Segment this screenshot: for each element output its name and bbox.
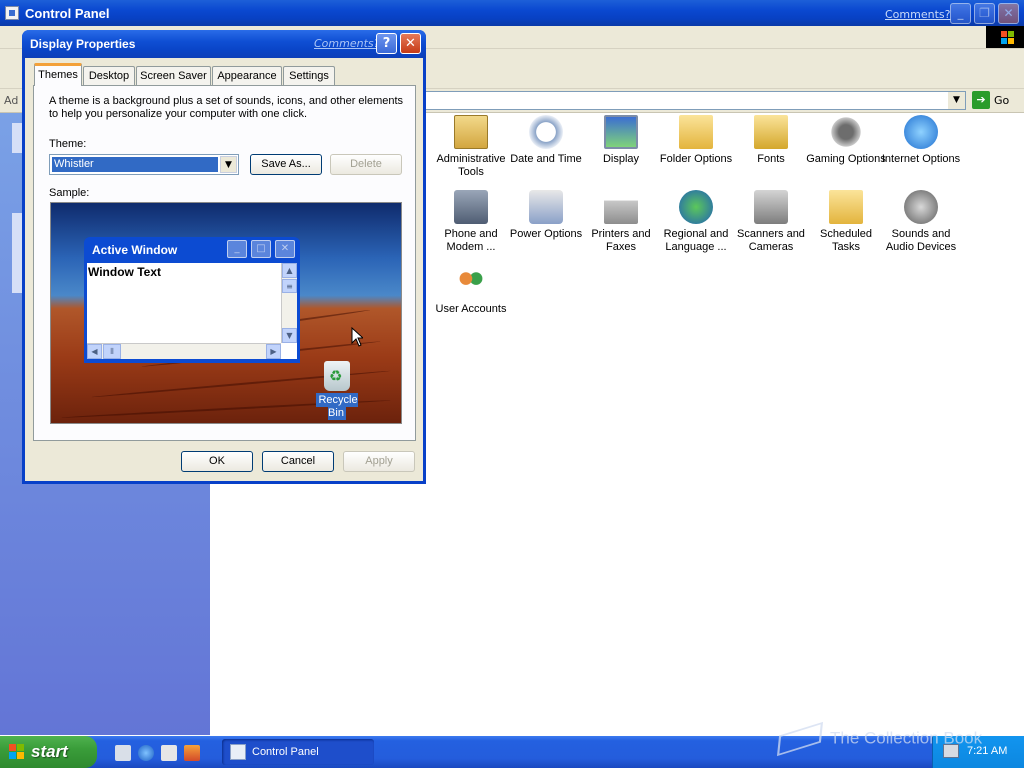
taskbar-item-label: Control Panel [252, 746, 319, 758]
theme-description: A theme is a background plus a set of so… [49, 95, 404, 120]
cp-item-user-accounts[interactable]: User Accounts [431, 265, 511, 316]
theme-label: Theme: [49, 138, 87, 150]
tab-themes[interactable]: Themes [34, 63, 82, 86]
cp-item-sounds-and-audio[interactable]: Sounds and Audio Devices [881, 190, 961, 254]
media-player-icon[interactable] [161, 745, 177, 761]
restore-button[interactable]: ❐ [974, 3, 995, 24]
tab-appearance[interactable]: Appearance [212, 66, 282, 85]
windows-logo [986, 26, 1024, 48]
recycle-bin-label: Recycle Bin [316, 393, 358, 420]
address-dropdown-icon[interactable]: ▼ [948, 92, 965, 109]
phone-modem-icon [454, 190, 488, 224]
go-arrow-icon: ➔ [972, 91, 990, 109]
go-label: Go [994, 93, 1010, 107]
cp-item-scanners-and-cameras[interactable]: Scanners and Cameras [731, 190, 811, 254]
theme-sample-preview: Active Window _ □ ✕ Window Text ▲ ≡ ▼ ◀ … [50, 202, 402, 424]
ok-button[interactable]: OK [181, 451, 253, 472]
scroll-up-icon: ▲ [282, 263, 297, 278]
mouse-cursor-icon [351, 327, 363, 347]
sample-window-title: Active Window [92, 243, 178, 257]
cp-item-fonts[interactable]: Fonts [731, 115, 811, 166]
tab-screen-saver[interactable]: Screen Saver [136, 66, 211, 85]
sample-minimize-icon: _ [227, 240, 247, 258]
dialog-title: Display Properties [30, 37, 136, 51]
close-button[interactable]: ✕ [998, 3, 1019, 24]
tab-desktop[interactable]: Desktop [83, 66, 135, 85]
theme-select-value: Whistler [51, 156, 219, 173]
cp-item-date-and-time[interactable]: Date and Time [506, 115, 586, 166]
scroll-thumb: ⦀ [103, 344, 121, 359]
control-panel-icon [230, 744, 246, 760]
cp-item-internet-options[interactable]: Internet Options [881, 115, 961, 166]
sample-vertical-scrollbar: ▲ ≡ ▼ [281, 263, 297, 343]
apply-button[interactable]: Apply [343, 451, 415, 472]
windows-flag-icon [9, 744, 25, 760]
start-button[interactable]: start [0, 736, 97, 768]
comments-link[interactable]: Comments? [885, 8, 950, 21]
scheduled-tasks-icon [829, 190, 863, 224]
sample-close-icon: ✕ [275, 240, 295, 258]
dialog-comments-link[interactable]: Comments? [314, 37, 379, 50]
display-properties-dialog: Display Properties Comments? ? ✕ Themes … [22, 30, 426, 484]
date-time-icon [529, 115, 563, 149]
fonts-icon [754, 115, 788, 149]
dialog-titlebar[interactable]: Display Properties Comments? ? ✕ [22, 30, 426, 58]
admin-tools-icon [454, 115, 488, 149]
watermark: The Collection Book [776, 721, 983, 757]
control-panel-icon [5, 6, 19, 20]
recycle-bin-icon [324, 361, 350, 391]
display-icon [604, 115, 638, 149]
sample-window-text: Window Text [88, 265, 161, 279]
control-panel-titlebar[interactable]: Control Panel Comments? _ ❐ ✕ [0, 0, 1024, 26]
sample-label: Sample: [49, 187, 90, 199]
cp-item-gaming-options[interactable]: Gaming Options [806, 115, 886, 166]
tab-settings[interactable]: Settings [283, 66, 335, 85]
cp-item-scheduled-tasks[interactable]: Scheduled Tasks [806, 190, 886, 254]
folder-options-icon [679, 115, 713, 149]
themes-tab-pane: A theme is a background plus a set of so… [33, 85, 416, 441]
sample-active-window: Active Window _ □ ✕ Window Text ▲ ≡ ▼ ◀ … [84, 237, 300, 363]
start-label: start [31, 742, 68, 761]
minimize-button[interactable]: _ [950, 3, 971, 24]
internet-options-icon [904, 115, 938, 149]
save-as-button[interactable]: Save As... [250, 154, 322, 175]
taskbar-item-control-panel[interactable]: Control Panel [222, 739, 374, 765]
gaming-options-icon [829, 115, 863, 149]
cp-item-phone-and-modem[interactable]: Phone and Modem ... [431, 190, 511, 254]
scroll-down-icon: ▼ [282, 328, 297, 343]
windows-update-icon[interactable] [184, 745, 200, 761]
theme-select[interactable]: Whistler ▼ [49, 154, 239, 175]
scroll-left-icon: ◀ [87, 344, 102, 359]
scroll-thumb: ≡ [282, 279, 297, 293]
user-accounts-icon [454, 265, 488, 299]
sample-recycle-bin: Recycle Bin [307, 361, 367, 420]
sample-maximize-icon: □ [251, 240, 271, 258]
printers-faxes-icon [604, 190, 638, 224]
address-input[interactable]: ▼ [410, 91, 966, 110]
sample-window-body: Window Text ▲ ≡ ▼ ◀ ⦀ ▶ [87, 263, 297, 359]
chevron-down-icon[interactable]: ▼ [220, 156, 237, 173]
cancel-button[interactable]: Cancel [262, 451, 334, 472]
dialog-close-button[interactable]: ✕ [400, 33, 421, 54]
sample-horizontal-scrollbar: ◀ ⦀ ▶ [87, 343, 281, 359]
go-button[interactable]: ➔ Go [972, 91, 1009, 109]
cp-item-printers-and-faxes[interactable]: Printers and Faxes [581, 190, 661, 254]
scroll-right-icon: ▶ [266, 344, 281, 359]
help-button[interactable]: ? [376, 33, 397, 54]
sounds-audio-icon [904, 190, 938, 224]
scanners-cameras-icon [754, 190, 788, 224]
cp-item-administrative-tools[interactable]: Administrative Tools [431, 115, 511, 179]
delete-button[interactable]: Delete [330, 154, 402, 175]
power-options-icon [529, 190, 563, 224]
watermark-text: The Collection Book [830, 728, 983, 748]
cp-item-power-options[interactable]: Power Options [506, 190, 586, 241]
cp-item-folder-options[interactable]: Folder Options [656, 115, 736, 166]
internet-explorer-icon[interactable] [138, 745, 154, 761]
window-title: Control Panel [25, 5, 110, 21]
regional-language-icon [679, 190, 713, 224]
show-desktop-icon[interactable] [115, 745, 131, 761]
address-label: Ad [4, 94, 19, 107]
cp-item-display[interactable]: Display [581, 115, 661, 166]
cp-item-regional-and-language[interactable]: Regional and Language ... [656, 190, 736, 254]
